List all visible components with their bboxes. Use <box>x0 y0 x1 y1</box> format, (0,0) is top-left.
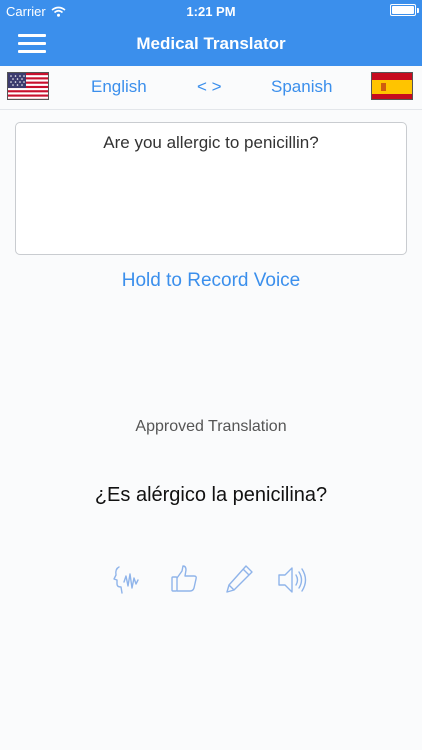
status-time: 1:21 PM <box>186 4 236 19</box>
pencil-icon[interactable] <box>221 562 257 598</box>
battery-level <box>392 6 414 14</box>
language-bar: English < > Spanish <box>0 66 422 110</box>
source-language-button[interactable]: English <box>91 77 147 97</box>
status-bar: Carrier 1:21 PM <box>0 0 422 22</box>
target-language-button[interactable]: Spanish <box>271 77 332 97</box>
action-toolbar <box>0 562 422 598</box>
spain-flag-icon[interactable] <box>371 72 413 100</box>
thumbs-up-icon[interactable] <box>167 562 203 598</box>
speak-face-icon[interactable] <box>110 562 146 598</box>
source-text-input[interactable]: Are you allergic to penicillin? <box>15 122 407 255</box>
record-voice-button[interactable]: Hold to Record Voice <box>0 270 422 292</box>
status-right <box>390 4 419 16</box>
speaker-icon[interactable] <box>275 562 311 598</box>
approved-translation-heading: Approved Translation <box>135 418 287 435</box>
nav-bar: Medical Translator <box>0 22 422 66</box>
battery-icon <box>390 4 419 16</box>
translation-text: ¿Es alérgico la penicilina? <box>94 484 328 506</box>
swap-languages-button[interactable]: < > <box>197 77 222 97</box>
page-title: Medical Translator <box>136 34 286 53</box>
us-flag-icon[interactable] <box>7 72 49 100</box>
